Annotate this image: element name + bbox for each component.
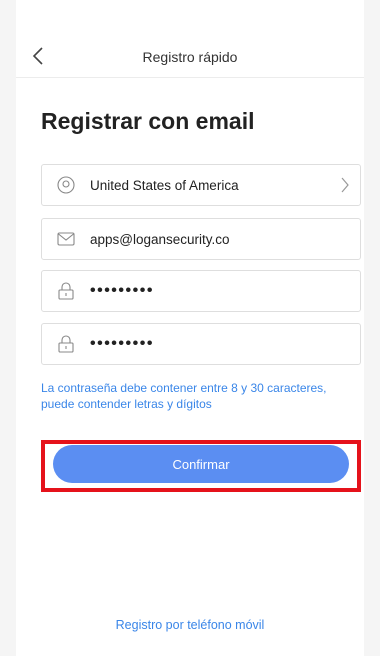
- left-margin-strip: [0, 0, 16, 656]
- password-value: •••••••••: [90, 282, 154, 299]
- country-value: United States of America: [90, 177, 239, 193]
- email-value: apps@logansecurity.co: [90, 231, 230, 247]
- page-title: Registro rápido: [142, 48, 238, 65]
- lock-icon: [42, 324, 90, 364]
- location-pin-icon: [42, 165, 90, 205]
- country-selector[interactable]: United States of America: [41, 164, 361, 206]
- confirm-password-field[interactable]: •••••••••: [41, 323, 361, 365]
- top-bar: Registro rápido: [16, 36, 364, 78]
- confirm-password-value: •••••••••: [90, 335, 154, 352]
- chevron-left-icon: [32, 47, 43, 65]
- registration-heading: Registrar con email: [41, 108, 255, 134]
- chevron-right-icon: [330, 165, 360, 205]
- back-button[interactable]: [26, 44, 50, 68]
- lock-icon: [42, 271, 90, 311]
- mail-icon: [42, 219, 90, 259]
- right-margin-strip: [364, 0, 380, 656]
- email-field[interactable]: apps@logansecurity.co: [41, 218, 361, 260]
- password-hint: La contraseña debe contener entre 8 y 30…: [41, 381, 327, 411]
- registration-screen: Registro rápido Registrar con email Unit…: [0, 0, 380, 656]
- password-field[interactable]: •••••••••: [41, 270, 361, 312]
- phone-registration-link[interactable]: Registro por teléfono móvil: [0, 618, 380, 632]
- confirm-button[interactable]: Confirmar: [53, 445, 349, 483]
